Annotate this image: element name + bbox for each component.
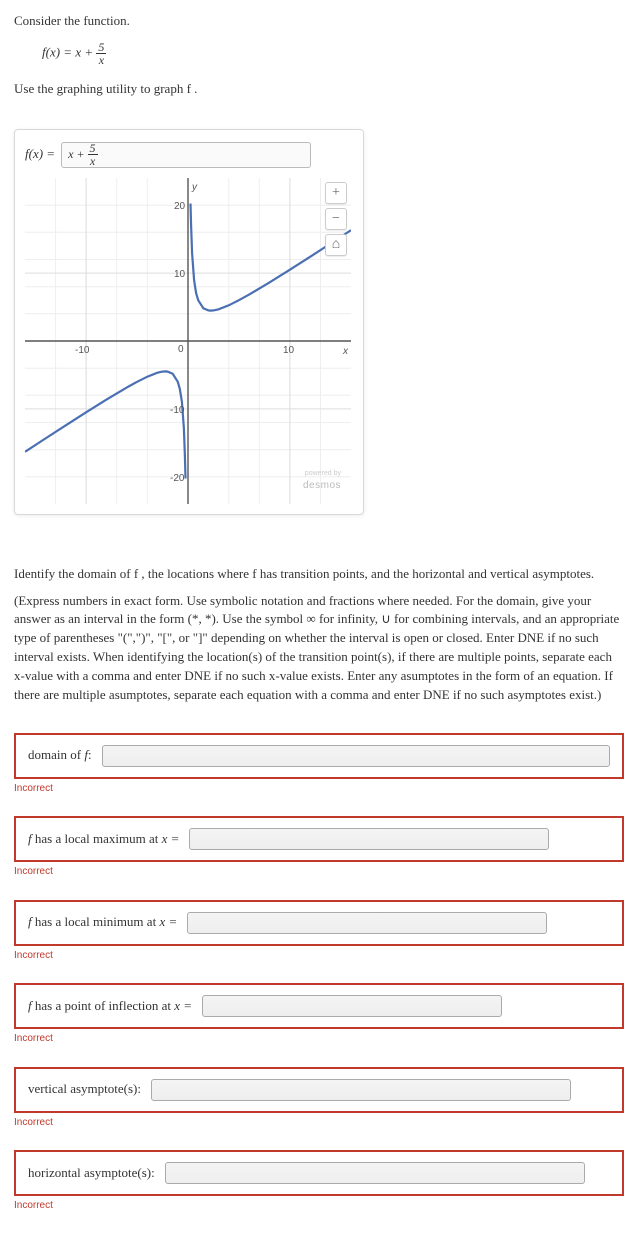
- svg-text:-10: -10: [75, 345, 90, 356]
- localmax-input[interactable]: [189, 828, 549, 850]
- vasymptote-label: vertical asymptote(s):: [28, 1080, 141, 1099]
- desmos-attribution: powered by desmos: [303, 469, 341, 494]
- zoom-in-button[interactable]: +: [325, 182, 347, 204]
- hasymptote-label: horizontal asymptote(s):: [28, 1164, 155, 1183]
- graphing-utility: f(x) = x + 5x: [14, 129, 364, 515]
- domain-answer-box: domain of f:: [14, 733, 624, 779]
- instructions-block: Identify the domain of f , the locations…: [14, 565, 624, 705]
- vasymptote-answer-box: vertical asymptote(s):: [14, 1067, 624, 1113]
- hasymptote-input[interactable]: [165, 1162, 585, 1184]
- localmin-input[interactable]: [187, 912, 547, 934]
- function-formula: f(x) = x + 5x: [42, 41, 624, 66]
- inflection-input[interactable]: [202, 995, 502, 1017]
- localmin-label: f has a local minimum at x =: [28, 913, 177, 932]
- home-button[interactable]: ⌂: [325, 234, 347, 256]
- svg-text:10: 10: [283, 345, 295, 356]
- localmax-answer-box: f has a local maximum at x =: [14, 816, 624, 862]
- inflection-answer-box: f has a point of inflection at x =: [14, 983, 624, 1029]
- plot-svg: y x 20 10 0 -10 -20 -10 10: [25, 178, 351, 504]
- use-graphing-text: Use the graphing utility to graph f .: [14, 80, 624, 99]
- graph-func-label: f(x) =: [25, 145, 55, 164]
- localmin-answer-box: f has a local minimum at x =: [14, 900, 624, 946]
- svg-text:20: 20: [174, 201, 186, 212]
- svg-text:y: y: [191, 182, 198, 193]
- plot-area[interactable]: y x 20 10 0 -10 -20 -10 10 + − ⌂ powered…: [25, 178, 351, 504]
- domain-label: domain of f:: [28, 746, 92, 765]
- svg-text:x: x: [342, 346, 349, 357]
- domain-input[interactable]: [102, 745, 610, 767]
- svg-text:-10: -10: [170, 405, 185, 416]
- consider-text: Consider the function.: [14, 12, 624, 31]
- instruction-detail: (Express numbers in exact form. Use symb…: [14, 592, 624, 705]
- instruction-identify: Identify the domain of f , the locations…: [14, 565, 624, 584]
- localmin-feedback: Incorrect: [14, 949, 624, 964]
- hasymptote-answer-box: horizontal asymptote(s):: [14, 1150, 624, 1196]
- svg-text:-20: -20: [170, 473, 185, 484]
- localmax-label: f has a local maximum at x =: [28, 830, 179, 849]
- intro-block: Consider the function. f(x) = x + 5x Use…: [14, 12, 624, 99]
- hasymptote-feedback: Incorrect: [14, 1199, 624, 1214]
- graph-func-input[interactable]: x + 5x: [61, 142, 311, 168]
- inflection-label: f has a point of inflection at x =: [28, 997, 192, 1016]
- vasymptote-feedback: Incorrect: [14, 1116, 624, 1131]
- svg-text:10: 10: [174, 269, 186, 280]
- vasymptote-input[interactable]: [151, 1079, 571, 1101]
- inflection-feedback: Incorrect: [14, 1032, 624, 1047]
- localmax-feedback: Incorrect: [14, 865, 624, 880]
- domain-feedback: Incorrect: [14, 782, 624, 797]
- svg-text:0: 0: [178, 344, 184, 355]
- zoom-out-button[interactable]: −: [325, 208, 347, 230]
